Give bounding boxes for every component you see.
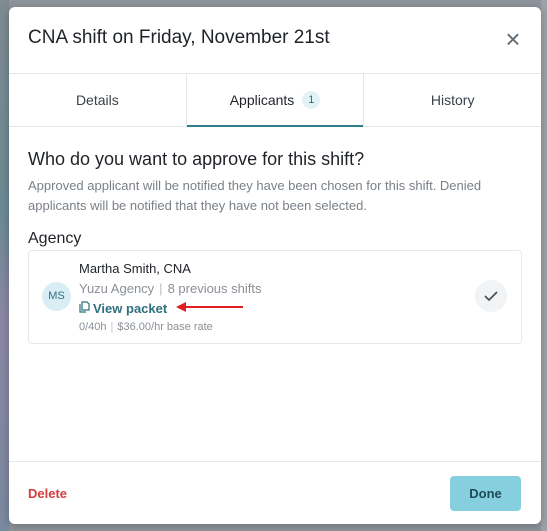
background-strip-left — [0, 0, 9, 531]
checkmark-icon — [484, 291, 498, 301]
tab-history[interactable]: History — [364, 74, 541, 126]
approve-applicant-button[interactable] — [475, 280, 507, 312]
view-packet-link[interactable]: View packet — [79, 301, 167, 316]
applicant-name: Martha Smith, CNA — [79, 261, 191, 276]
applicant-rate: 0/40h | $36.00/hr base rate — [79, 321, 213, 333]
done-button[interactable]: Done — [450, 476, 521, 511]
tab-history-label: History — [430, 92, 475, 108]
approval-description: Approved applicant will be notified they… — [28, 178, 482, 213]
annotation-arrow-icon — [176, 302, 243, 312]
background-strip-right — [541, 0, 547, 531]
close-icon[interactable]: × — [501, 26, 525, 52]
tab-applicants[interactable]: Applicants 1 — [186, 74, 365, 127]
modal-footer: Delete Done — [9, 461, 541, 524]
document-icon — [79, 301, 90, 316]
modal-content: Who do you want to approve for this shif… — [9, 127, 541, 344]
avatar: MS — [42, 282, 71, 311]
view-packet-label: View packet — [93, 301, 168, 316]
agency-section-heading: Agency — [28, 230, 82, 247]
tab-applicants-label: Applicants — [229, 92, 295, 108]
applicant-hours: 0/40h — [79, 321, 107, 333]
approval-question: Who do you want to approve for this shif… — [28, 149, 365, 169]
modal-header: CNA shift on Friday, November 21st × — [9, 7, 541, 74]
shift-modal: CNA shift on Friday, November 21st × Det… — [9, 7, 541, 524]
tab-details-label: Details — [75, 92, 119, 108]
tab-bar: Details Applicants 1 History — [9, 74, 541, 127]
meta-separator: | — [159, 281, 163, 296]
applicant-card: MS Martha Smith, CNA Yuzu Agency | 8 previ… — [28, 250, 522, 344]
rate-separator: | — [110, 321, 114, 333]
applicant-base-rate: $36.00/hr base rate — [117, 321, 213, 333]
tab-details[interactable]: Details — [9, 74, 187, 126]
applicant-previous-shifts: 8 previous shifts — [167, 281, 262, 296]
applicant-agency: Yuzu Agency — [79, 281, 155, 296]
applicants-count-badge: 1 — [302, 91, 321, 109]
delete-button[interactable]: Delete — [28, 486, 67, 501]
applicant-meta: Yuzu Agency | 8 previous shifts — [79, 281, 262, 296]
modal-title: CNA shift on Friday, November 21st — [28, 27, 330, 48]
